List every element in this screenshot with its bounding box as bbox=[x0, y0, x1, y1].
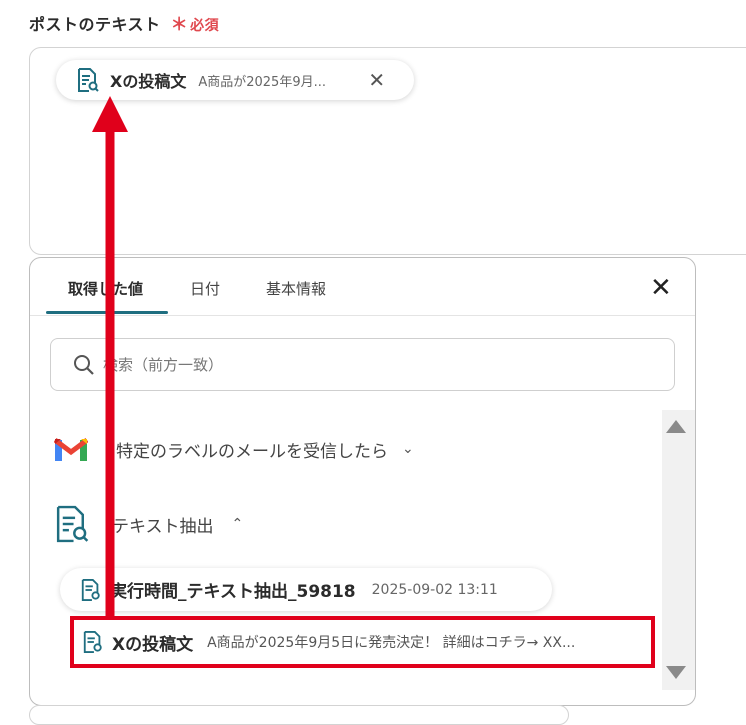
group-text-extraction[interactable]: テキスト抽出 ⌃ bbox=[52, 504, 243, 544]
item-value: A商品が2025年9月5日に発売決定！ 詳細はコチラ→ XX... bbox=[207, 635, 576, 651]
document-search-icon bbox=[78, 68, 99, 92]
document-search-icon bbox=[83, 631, 102, 653]
tab-date[interactable]: 日付 bbox=[190, 278, 220, 299]
search-input[interactable]: 検索（前方一致） bbox=[50, 338, 675, 391]
scroll-down-icon[interactable] bbox=[666, 666, 686, 679]
chevron-down-icon[interactable]: ⌄ bbox=[402, 441, 414, 457]
tab-bar: 取得した値 日付 基本情報 ✕ bbox=[30, 258, 695, 316]
close-icon[interactable]: ✕ bbox=[368, 70, 385, 90]
item-title: 実行時間_テキスト抽出_59818 bbox=[110, 582, 356, 602]
list-item-highlighted[interactable]: Xの投稿文 A商品が2025年9月5日に発売決定！ 詳細はコチラ→ XX... bbox=[70, 616, 655, 668]
chip-value: A商品が2025年9月... bbox=[198, 74, 326, 90]
group-gmail-trigger[interactable]: 特定のラベルのメールを受信したら ⌄ bbox=[54, 436, 414, 462]
close-icon[interactable]: ✕ bbox=[650, 275, 672, 301]
chip-title: Xの投稿文 bbox=[110, 72, 187, 91]
group-label: テキスト抽出 bbox=[112, 516, 214, 537]
next-field-edge bbox=[29, 705, 569, 725]
search-icon bbox=[74, 354, 94, 375]
chevron-up-icon[interactable]: ⌃ bbox=[232, 516, 244, 532]
active-tab-indicator bbox=[46, 311, 168, 314]
search-placeholder: 検索（前方一致） bbox=[103, 356, 224, 374]
document-search-icon bbox=[56, 505, 89, 543]
value-picker-panel: 取得した値 日付 基本情報 ✕ 検索（前方一致） 特定のラベルのメールを受信した… bbox=[29, 257, 696, 706]
list-item[interactable]: 実行時間_テキスト抽出_59818 2025-09-02 13:11 bbox=[60, 568, 552, 611]
item-value: 2025-09-02 13:11 bbox=[371, 581, 498, 598]
tab-acquired-values[interactable]: 取得した値 bbox=[68, 278, 143, 299]
field-label-text: ポストのテキスト bbox=[29, 15, 161, 34]
field-label: ポストのテキスト ＊必須 bbox=[29, 10, 219, 35]
selected-value-chip[interactable]: Xの投稿文 A商品が2025年9月... ✕ bbox=[56, 60, 414, 100]
tab-basic-info[interactable]: 基本情報 bbox=[266, 278, 326, 299]
scroll-up-icon[interactable] bbox=[666, 420, 686, 433]
group-label: 特定のラベルのメールを受信したら bbox=[116, 441, 388, 462]
gmail-icon bbox=[54, 438, 88, 461]
scrollbar[interactable] bbox=[662, 410, 695, 690]
required-badge: ＊必須 bbox=[170, 15, 220, 35]
item-title: Xの投稿文 bbox=[112, 634, 194, 655]
document-search-icon bbox=[81, 578, 100, 601]
